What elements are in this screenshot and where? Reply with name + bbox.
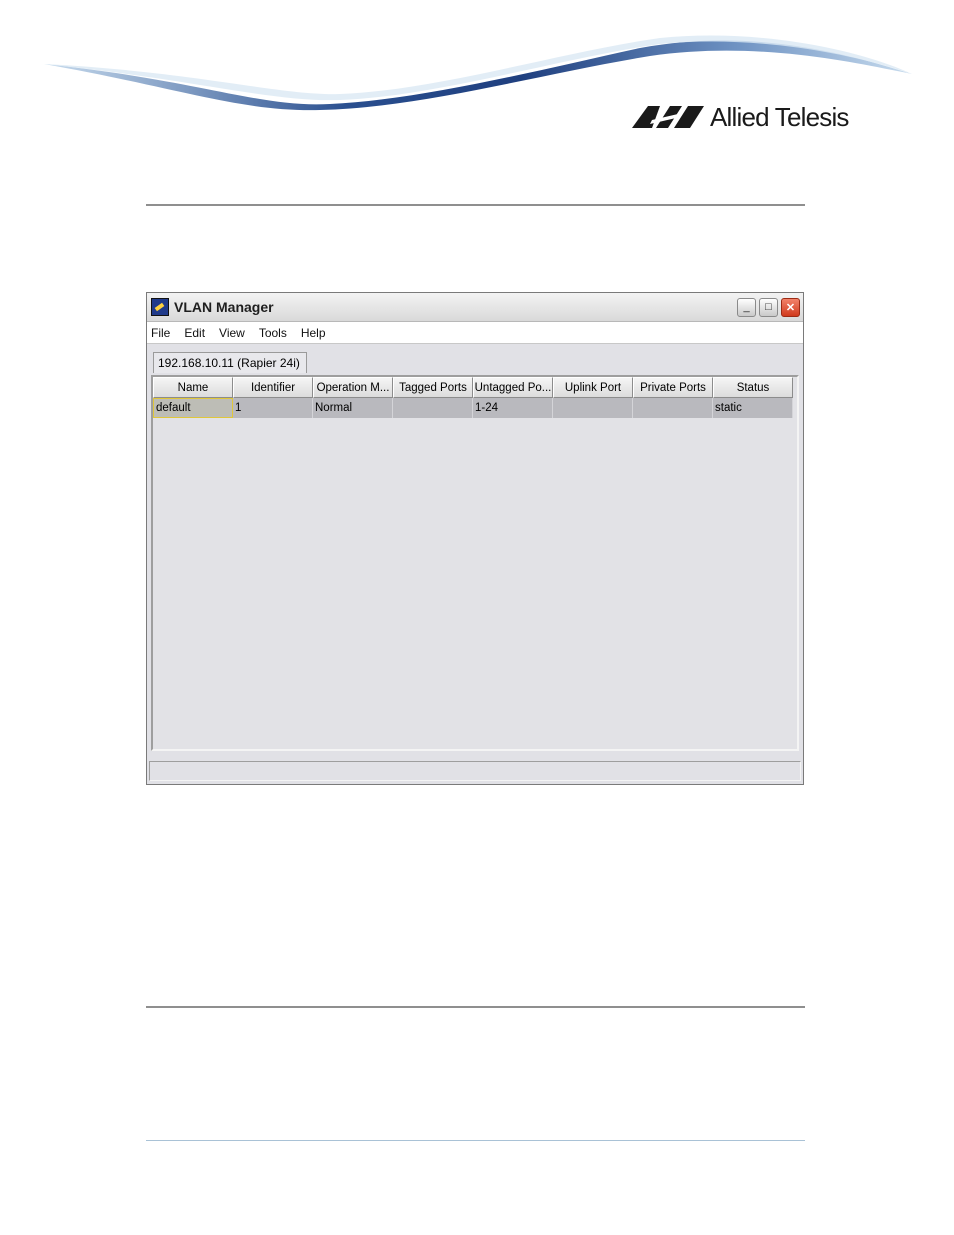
tab-row: 192.168.10.11 (Rapier 24i) <box>147 344 803 374</box>
menu-bar: File Edit View Tools Help <box>147 322 803 344</box>
footer-divider <box>146 1140 805 1141</box>
column-header-operation-mode[interactable]: Operation M... <box>313 377 393 398</box>
menu-view[interactable]: View <box>219 326 245 340</box>
close-button[interactable]: ✕ <box>781 297 800 317</box>
table-row[interactable]: default 1 Normal 1-24 static <box>153 398 797 418</box>
column-header-tagged-ports[interactable]: Tagged Ports <box>393 377 473 398</box>
app-icon <box>151 298 169 316</box>
cell-status[interactable]: static <box>713 398 793 418</box>
section-divider <box>146 1006 805 1008</box>
cell-uplink-port[interactable] <box>553 398 633 418</box>
window-titlebar[interactable]: VLAN Manager _ □ ✕ <box>147 293 803 322</box>
table-header: Name Identifier Operation M... Tagged Po… <box>153 377 797 398</box>
allied-telesis-logo: Allied Telesis <box>630 100 849 134</box>
cell-operation-mode[interactable]: Normal <box>313 398 393 418</box>
cell-tagged-ports[interactable] <box>393 398 473 418</box>
column-header-status[interactable]: Status <box>713 377 793 398</box>
vlan-table: Name Identifier Operation M... Tagged Po… <box>151 375 799 751</box>
header-divider <box>146 204 805 206</box>
menu-help[interactable]: Help <box>301 326 326 340</box>
status-bar <box>149 761 801 781</box>
cell-untagged-ports[interactable]: 1-24 <box>473 398 553 418</box>
menu-file[interactable]: File <box>151 326 170 340</box>
column-header-private-ports[interactable]: Private Ports <box>633 377 713 398</box>
cell-private-ports[interactable] <box>633 398 713 418</box>
logo-text: Allied Telesis <box>710 101 849 132</box>
cell-name[interactable]: default <box>153 398 233 418</box>
menu-tools[interactable]: Tools <box>259 326 287 340</box>
column-header-identifier[interactable]: Identifier <box>233 377 313 398</box>
logo-mark-icon <box>632 106 704 128</box>
vlan-manager-window: VLAN Manager _ □ ✕ File Edit View Tools … <box>146 292 804 785</box>
column-header-untagged-ports[interactable]: Untagged Po... <box>473 377 553 398</box>
document-link[interactable] <box>575 933 767 949</box>
column-header-uplink-port[interactable]: Uplink Port <box>553 377 633 398</box>
minimize-button[interactable]: _ <box>737 297 756 317</box>
tab-device[interactable]: 192.168.10.11 (Rapier 24i) <box>153 352 307 373</box>
column-header-name[interactable]: Name <box>153 377 233 398</box>
window-title: VLAN Manager <box>174 299 274 315</box>
menu-edit[interactable]: Edit <box>184 326 205 340</box>
cell-identifier[interactable]: 1 <box>233 398 313 418</box>
maximize-button[interactable]: □ <box>759 297 778 317</box>
